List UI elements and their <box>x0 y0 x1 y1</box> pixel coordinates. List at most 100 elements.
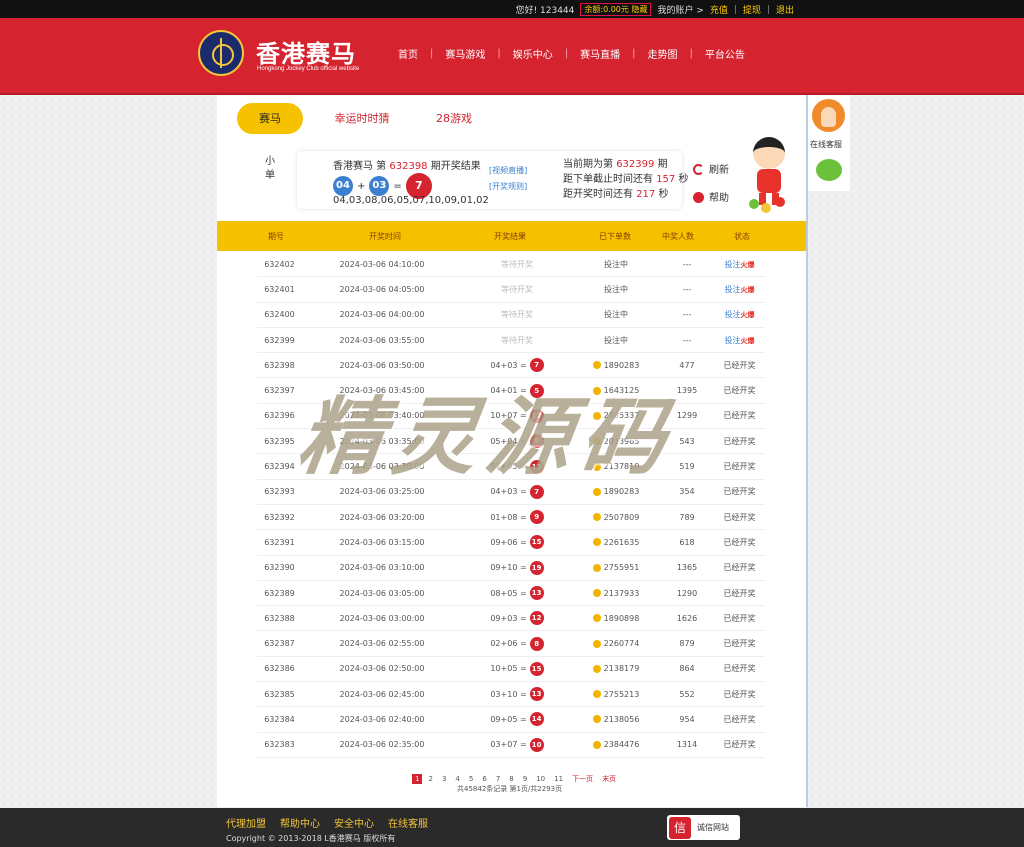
draw-rules-link[interactable]: [开奖规则] <box>489 179 527 195</box>
row-sum-ball: 12 <box>529 611 544 626</box>
jockey-club-logo[interactable] <box>198 30 244 76</box>
row-status: 已经开奖 <box>723 588 756 598</box>
watermark: 精灵源码 <box>292 388 682 486</box>
row-winners: 1365 <box>676 563 698 573</box>
balance-badge[interactable]: 余额:0.00元 隐藏 <box>580 3 652 16</box>
side-label: 小单 <box>265 156 275 181</box>
trust-badge[interactable]: 信 诚信网站 <box>667 815 740 840</box>
col-status: 状态 <box>734 231 750 241</box>
row-orders: 1890898 <box>572 614 660 623</box>
page-link[interactable]: 5 <box>466 774 476 784</box>
footer-link[interactable]: 帮助中心 <box>280 815 320 830</box>
row-period: 632392 <box>264 512 295 522</box>
page-link[interactable]: 7 <box>493 774 503 784</box>
help-button[interactable]: 帮助 <box>693 185 729 213</box>
bet-link[interactable]: 投注火爆 <box>714 259 765 270</box>
row-winners: 477 <box>679 360 695 370</box>
row-orders: 2138056 <box>572 715 660 724</box>
page-link[interactable]: 4 <box>452 774 462 784</box>
row-result-expr: 10+05 = <box>490 664 527 674</box>
tab-1[interactable]: 赛马 <box>237 103 303 134</box>
wechat-icon[interactable] <box>816 159 842 181</box>
withdraw-link[interactable]: 提现 <box>743 3 761 16</box>
row-result: 09+10 = 19 <box>462 560 572 575</box>
row-winners: 1290 <box>676 588 698 598</box>
row-orders-value: 2384476 <box>603 740 640 750</box>
bet-link[interactable]: 投注火爆 <box>714 309 765 320</box>
row-period: 632384 <box>264 714 295 724</box>
row-orders: 投注中 <box>604 335 628 345</box>
page-link[interactable]: 2 <box>425 774 435 784</box>
row-sum-ball: 13 <box>529 586 544 600</box>
row-time: 2024-03-06 04:05:00 <box>339 284 425 294</box>
footer-link[interactable]: 在线客服 <box>388 815 428 830</box>
nav-item[interactable]: 首页 <box>386 46 430 61</box>
nav-item[interactable]: 平台公告 <box>693 46 757 61</box>
row-sum-ball: 15 <box>529 661 544 676</box>
table-row: 632388 2024-03-06 03:00:00 09+03 = 12 189089… <box>257 606 765 632</box>
row-winners: 879 <box>679 639 695 649</box>
page-link[interactable]: 10 <box>533 774 548 784</box>
page-link[interactable]: 8 <box>506 774 516 784</box>
page-link[interactable]: 6 <box>479 774 489 784</box>
row-winners: 618 <box>679 537 695 547</box>
row-orders-value: 1890898 <box>603 613 640 623</box>
account-link[interactable]: 我的账户 > <box>657 3 703 16</box>
page-link[interactable]: 9 <box>520 774 530 784</box>
row-winners: --- <box>682 310 692 320</box>
bet-label: 投注 <box>724 259 741 269</box>
deposit-link[interactable]: 充值 <box>710 3 728 16</box>
support-label[interactable]: 在线客服 <box>810 139 842 150</box>
row-time: 2024-03-06 02:40:00 <box>339 714 425 724</box>
page-link[interactable]: 11 <box>551 774 566 784</box>
bet-link[interactable]: 投注火爆 <box>714 284 765 295</box>
support-avatar-icon[interactable] <box>812 99 845 132</box>
row-time: 2024-03-06 03:05:00 <box>339 588 425 598</box>
row-result: 03+07 = 10 <box>462 737 572 752</box>
row-winners: 1314 <box>676 740 698 750</box>
row-status: 已经开奖 <box>723 537 756 547</box>
row-sum-ball: 13 <box>529 687 544 702</box>
result-links: [视频直播] [开奖规则] <box>489 163 527 195</box>
mascot-illustration <box>747 133 791 213</box>
last-page-link[interactable]: 末页 <box>599 773 619 785</box>
coin-icon <box>592 538 601 547</box>
nav-item[interactable]: 走势图 <box>636 46 690 61</box>
logout-link[interactable]: 退出 <box>776 3 794 16</box>
tab-3[interactable]: 28游戏 <box>421 103 487 134</box>
nav-item[interactable]: 娱乐中心 <box>501 46 565 61</box>
row-orders-value: 2260774 <box>603 639 640 649</box>
page-link[interactable]: 1 <box>412 774 423 784</box>
tab-2[interactable]: 幸运时时猜 <box>329 103 395 134</box>
video-live-link[interactable]: [视频直播] <box>489 163 527 179</box>
footer-link[interactable]: 安全中心 <box>334 815 374 830</box>
row-orders: 2384476 <box>572 740 660 749</box>
result-ball-1: 04 <box>333 176 353 196</box>
refresh-button[interactable]: 刷新 <box>693 157 729 185</box>
page-link[interactable]: 3 <box>439 774 449 784</box>
table-row: 632385 2024-03-06 02:45:00 03+10 = 13 275521… <box>257 682 765 708</box>
table-row: 632401 2024-03-06 04:05:00 等待开奖 投注中 --- 投注火爆 <box>257 277 765 303</box>
row-orders: 2755213 <box>572 690 660 699</box>
table-row: 632387 2024-03-06 02:55:00 02+06 = 8 2260774… <box>257 631 765 657</box>
results-table-body: 632402 2024-03-06 04:10:00 等待开奖 投注中 --- 投注火爆 6… <box>257 252 765 758</box>
row-orders-value: 2507809 <box>603 512 640 522</box>
countdown-status: 当前期为第 632399 期 距下单截止时间还有 157 秒 距开奖时间还有 2… <box>563 159 689 200</box>
row-period: 632386 <box>264 664 295 674</box>
coin-icon <box>592 639 601 648</box>
row-winners: 954 <box>679 714 695 724</box>
row-time: 2024-03-06 04:10:00 <box>339 259 425 269</box>
table-row: 632392 2024-03-06 03:20:00 01+08 = 9 2507809… <box>257 505 765 531</box>
bet-label: 投注 <box>724 310 741 320</box>
row-period: 632383 <box>264 740 295 750</box>
row-time: 2024-03-06 02:50:00 <box>339 664 425 674</box>
row-orders: 2261635 <box>572 538 660 547</box>
footer-link[interactable]: 代理加盟 <box>226 815 266 830</box>
row-result: 02+06 = 8 <box>462 636 572 651</box>
support-widget: 在线客服 <box>808 95 850 191</box>
next-page-link[interactable]: 下一页 <box>569 773 596 785</box>
nav-item[interactable]: 赛马直播 <box>568 46 632 61</box>
bet-link[interactable]: 投注火爆 <box>714 335 765 346</box>
footer-links: 代理加盟 帮助中心 安全中心 在线客服 <box>226 815 428 830</box>
nav-item[interactable]: 赛马游戏 <box>433 46 497 61</box>
